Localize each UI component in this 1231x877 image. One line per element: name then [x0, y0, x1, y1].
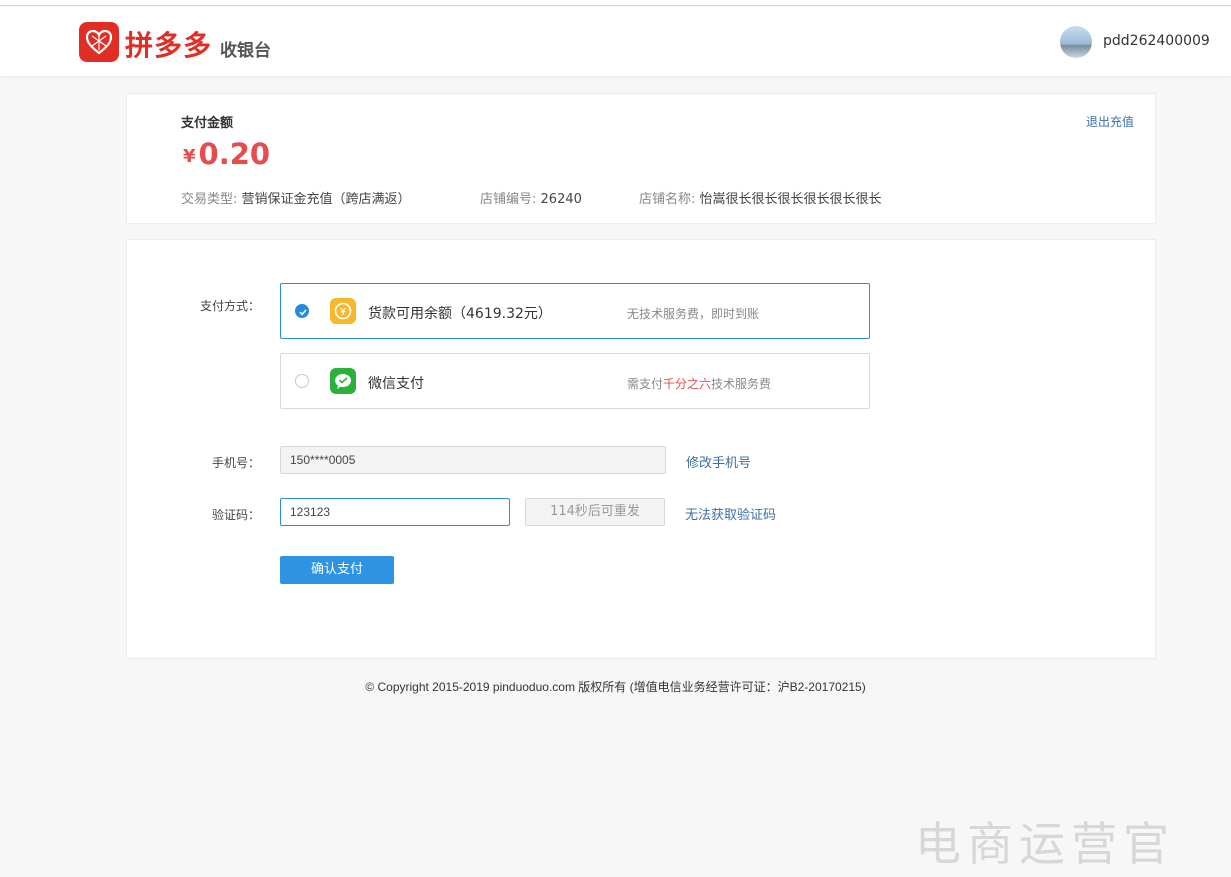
- shop-id-label: 店铺编号:: [480, 192, 537, 207]
- wechat-option-note: 需支付千分之六技术服务费: [627, 375, 771, 392]
- payment-summary-card: 支付金额 退出充值 ¥0.20 交易类型: 营销保证金充值（跨店满返） 店铺编号…: [126, 93, 1156, 224]
- confirm-payment-button[interactable]: 确认支付: [280, 556, 394, 584]
- top-border: [0, 0, 1231, 6]
- trade-type: 交易类型: 营销保证金充值（跨店满返）: [181, 188, 411, 207]
- radio-checked-icon[interactable]: [295, 304, 309, 318]
- balance-coin-icon: [330, 298, 356, 324]
- trade-type-value: 营销保证金充值（跨店满返）: [241, 192, 411, 207]
- exit-recharge-link[interactable]: 退出充值: [1086, 113, 1134, 130]
- amount-value: 0.20: [198, 137, 271, 171]
- code-label: 验证码：: [212, 508, 261, 522]
- balance-option-title: 货款可用余额（4619.32元）: [368, 306, 552, 322]
- wechat-pay-icon: [330, 368, 356, 394]
- balance-option-note: 无技术服务费，即时到账: [627, 307, 760, 321]
- footer-copyright: © Copyright 2015-2019 pinduoduo.com 版权所有…: [365, 680, 866, 694]
- amount-label: 支付金额: [181, 116, 234, 131]
- brand-name: 拼多多: [125, 29, 213, 62]
- phone-label: 手机号：: [212, 456, 261, 470]
- currency-symbol: ¥: [183, 146, 196, 167]
- payment-option-wechat[interactable]: 微信支付 需支付千分之六技术服务费: [280, 353, 870, 409]
- shop-name-value: 怡嵩很长很长很长很长很长很长: [699, 192, 882, 207]
- trade-type-label: 交易类型:: [181, 192, 238, 207]
- cant-get-code-link[interactable]: 无法获取验证码: [685, 504, 776, 523]
- payment-amount: ¥0.20: [183, 137, 270, 171]
- wechat-option-title: 微信支付: [368, 376, 424, 392]
- watermark: 电商运营官: [915, 817, 1175, 871]
- shop-name-label: 店铺名称:: [639, 192, 696, 207]
- shop-name: 店铺名称: 怡嵩很长很长很长很长很长很长: [639, 188, 882, 207]
- radio-unchecked-icon[interactable]: [295, 374, 309, 388]
- username[interactable]: pdd262400009: [1103, 33, 1210, 49]
- payment-option-balance[interactable]: 货款可用余额（4619.32元） 无技术服务费，即时到账: [280, 283, 870, 339]
- page-subtitle: 收银台: [220, 41, 271, 61]
- phone-field: 150****0005: [280, 446, 666, 474]
- wechat-note-highlight: 千分之六: [663, 377, 712, 391]
- avatar[interactable]: [1060, 26, 1092, 58]
- change-phone-link[interactable]: 修改手机号: [686, 452, 751, 471]
- shop-id-value: 26240: [540, 192, 582, 207]
- resend-code-button[interactable]: 114秒后可重发: [525, 498, 665, 526]
- payment-method-label: 支付方式：: [200, 299, 261, 313]
- shop-id: 店铺编号: 26240: [480, 188, 582, 207]
- payment-form-card: 支付方式： 货款可用余额（4619.32元） 无技术服务费，即时到账 微信支付 …: [126, 239, 1156, 659]
- page-header: 拼多多 收银台 pdd262400009: [0, 7, 1231, 76]
- pinduoduo-logo-icon: [79, 22, 119, 62]
- verification-code-input[interactable]: 123123: [280, 498, 510, 526]
- wechat-note-suffix: 技术服务费: [711, 377, 772, 391]
- wechat-note-prefix: 需支付: [627, 377, 664, 391]
